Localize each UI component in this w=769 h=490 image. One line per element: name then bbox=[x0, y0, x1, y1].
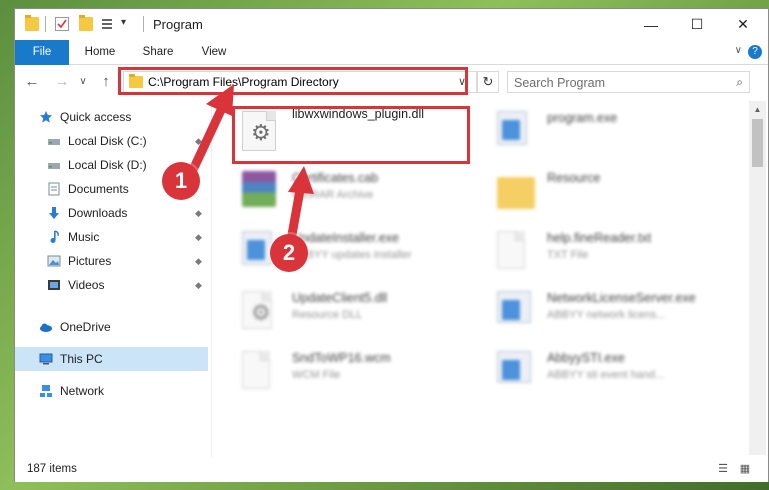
annotation-arrows bbox=[187, 84, 314, 251]
step-marker-2: 2 bbox=[270, 234, 308, 272]
step-marker-1: 1 bbox=[162, 162, 200, 200]
arrow-1 bbox=[187, 84, 234, 177]
